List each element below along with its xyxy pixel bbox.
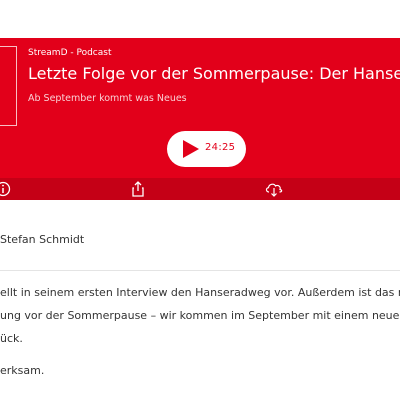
- podcast-label: StreamD - Podcast: [28, 48, 112, 58]
- player-toolbar: [0, 178, 400, 200]
- episode-title: Letzte Folge vor der Sommerpause: Der Ha…: [28, 64, 400, 83]
- play-icon: [183, 140, 199, 158]
- article-text-line: ellt in seinem ersten Interview den Hans…: [0, 286, 400, 299]
- podcast-cover-image: [0, 46, 17, 126]
- article-text-line: erksam.: [0, 364, 45, 377]
- article-text-line: ung vor der Sommerpause – wir kommen im …: [0, 309, 400, 322]
- podcast-player: StreamD - Podcast Letzte Folge vor der S…: [0, 38, 400, 200]
- divider: [0, 270, 400, 271]
- play-button[interactable]: 24:25: [167, 131, 246, 167]
- share-icon[interactable]: [130, 181, 146, 197]
- article-text-line: ück.: [0, 332, 23, 345]
- episode-duration: 24:25: [205, 142, 236, 153]
- info-icon[interactable]: [0, 181, 11, 197]
- episode-subtitle: Ab September kommt was Neues: [28, 93, 187, 104]
- download-cloud-icon[interactable]: [264, 181, 284, 197]
- article-author: Stefan Schmidt: [0, 233, 85, 246]
